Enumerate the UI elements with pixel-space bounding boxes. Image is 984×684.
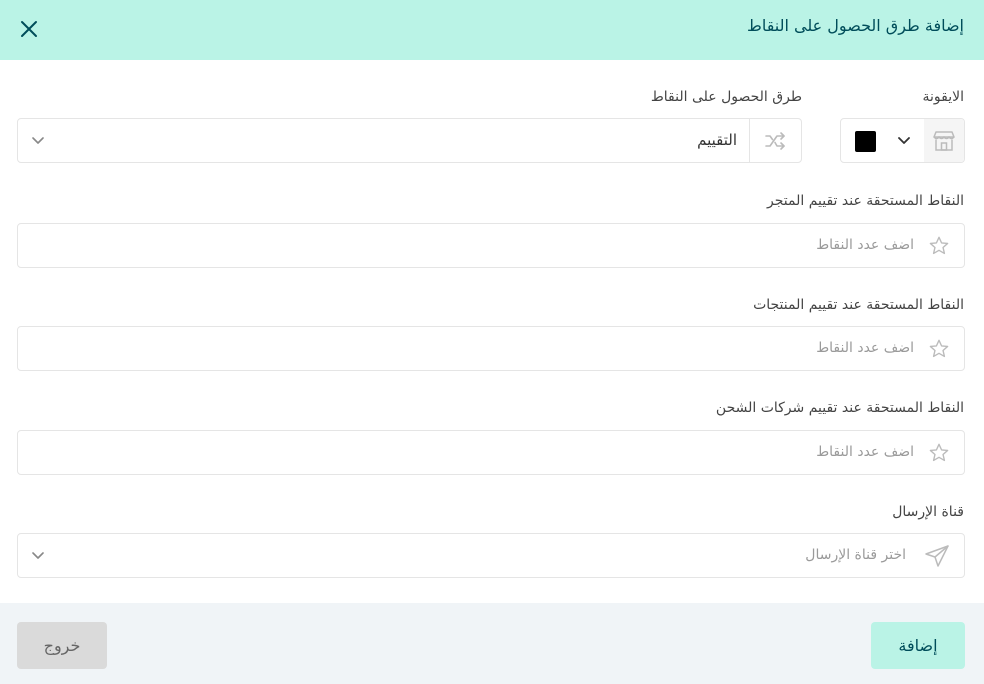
products-rating-placeholder: اضف عدد النقاط <box>816 340 914 356</box>
icon-preview <box>924 119 964 162</box>
shipping-rating-input[interactable]: اضف عدد النقاط <box>17 430 965 475</box>
channel-placeholder: اختر قناة الإرسال <box>805 547 906 563</box>
store-rating-placeholder: اضف عدد النقاط <box>816 237 914 253</box>
products-rating-input[interactable]: اضف عدد النقاط <box>17 326 965 371</box>
store-rating-input[interactable]: اضف عدد النقاط <box>17 223 965 268</box>
icon-label: الايقونة <box>922 89 965 105</box>
channel-select[interactable]: اختر قناة الإرسال <box>17 533 965 578</box>
star-icon <box>928 338 950 360</box>
method-dropdown-toggle[interactable] <box>30 133 46 149</box>
chevron-down-icon <box>898 137 910 144</box>
icon-picker[interactable] <box>840 118 965 163</box>
star-icon <box>928 442 950 464</box>
exit-button[interactable]: خروج <box>17 622 107 669</box>
star-icon <box>928 235 950 257</box>
shuffle-icon <box>764 131 785 150</box>
icon-dropdown-toggle[interactable] <box>896 133 912 149</box>
modal-header: إضافة طرق الحصول على النقاط <box>0 0 984 60</box>
add-button[interactable]: إضافة <box>871 622 965 669</box>
shipping-rating-placeholder: اضف عدد النقاط <box>816 444 914 460</box>
method-label: طرق الحصول على النقاط <box>650 89 802 105</box>
close-icon <box>21 21 37 37</box>
store-rating-label: النقاط المستحقة عند تقييم المتجر <box>767 193 964 209</box>
modal-footer: إضافة خروج <box>0 603 984 684</box>
method-select[interactable]: التقييم <box>17 118 802 163</box>
store-icon <box>933 130 955 151</box>
chevron-down-icon <box>32 137 44 144</box>
products-rating-label: النقاط المستحقة عند تقييم المنتجات <box>753 297 964 313</box>
channel-dropdown-toggle[interactable] <box>30 548 46 564</box>
shipping-rating-label: النقاط المستحقة عند تقييم شركات الشحن <box>715 400 964 416</box>
color-swatch[interactable] <box>855 131 876 152</box>
channel-label: قناة الإرسال <box>892 504 964 520</box>
modal-title: إضافة طرق الحصول على النقاط <box>747 16 964 35</box>
chevron-down-icon <box>32 552 44 559</box>
send-icon <box>924 544 950 568</box>
close-button[interactable] <box>14 14 44 44</box>
method-value: التقييم <box>697 131 737 149</box>
method-prefix <box>749 119 801 162</box>
